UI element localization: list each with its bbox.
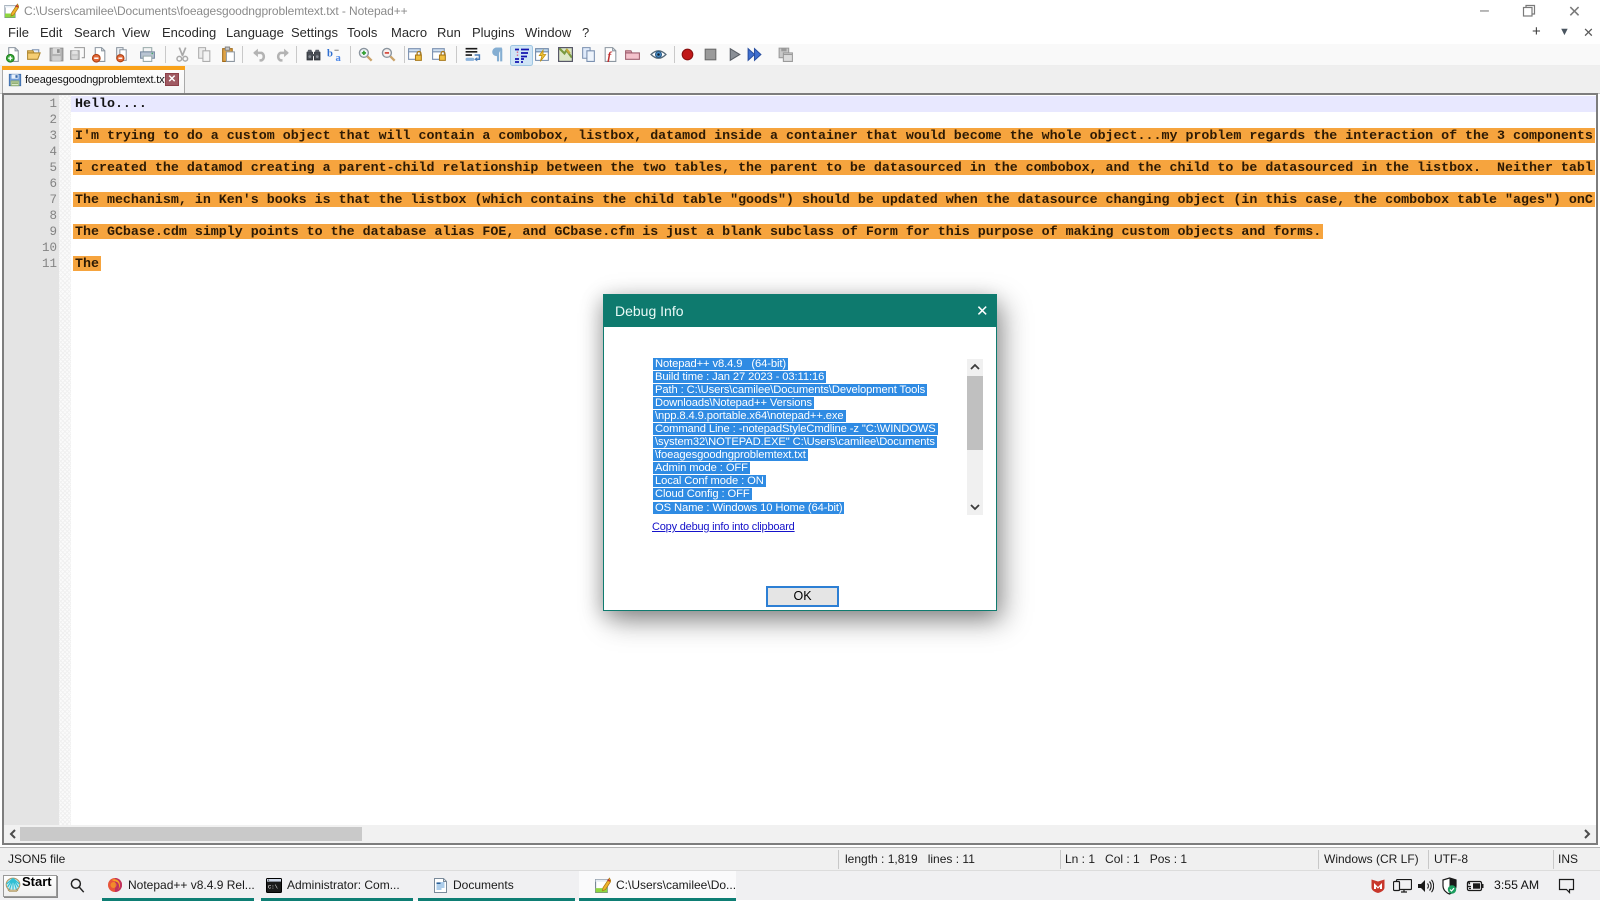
svg-text:b: b — [327, 49, 333, 60]
svg-text:a: a — [336, 53, 342, 63]
svg-text:C:\: C:\ — [268, 884, 278, 891]
